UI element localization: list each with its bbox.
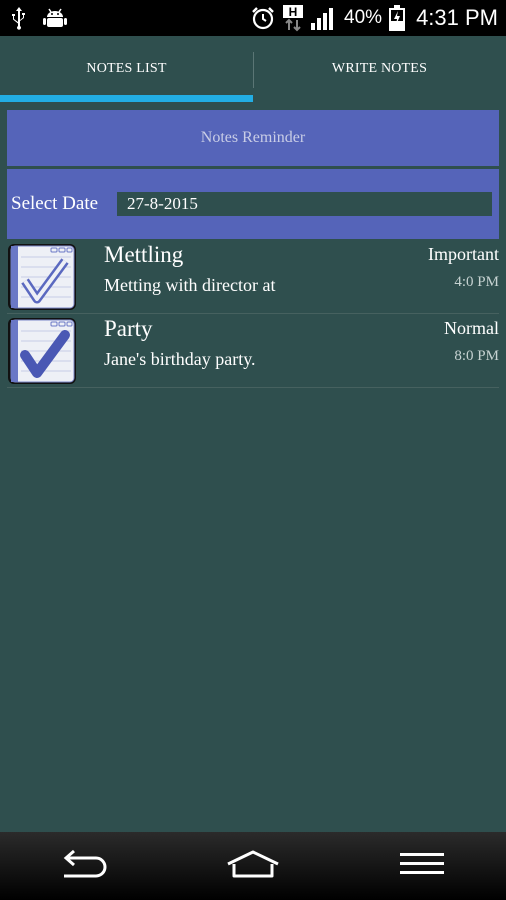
back-button[interactable]	[49, 841, 119, 891]
checklist-outline-icon	[7, 243, 77, 311]
svg-text:H: H	[289, 5, 298, 19]
tab-selected-indicator	[0, 95, 253, 102]
select-date-label: Select Date	[11, 193, 99, 214]
menu-button[interactable]	[387, 841, 457, 891]
battery-percent: 40%	[344, 7, 383, 28]
date-picker-panel: Select Date	[7, 169, 499, 239]
alarm-icon	[250, 5, 276, 31]
note-description: Metting with director at	[104, 275, 276, 295]
tab-divider	[253, 52, 254, 88]
note-description: Jane's birthday party.	[104, 349, 256, 369]
notes-reminder-header: Notes Reminder	[7, 110, 499, 166]
checklist-filled-icon	[7, 317, 77, 385]
note-priority: Important	[428, 244, 499, 264]
signal-icon	[310, 5, 338, 31]
list-item[interactable]: Mettling Metting with director at Import…	[0, 240, 506, 314]
menu-icon	[398, 850, 446, 883]
note-title: Party	[104, 316, 153, 341]
note-priority: Normal	[444, 318, 499, 338]
hspa-icon: H	[282, 4, 304, 32]
usb-icon	[10, 6, 28, 30]
tab-notes-list[interactable]: NOTES LIST	[0, 36, 253, 102]
android-debug-icon	[42, 6, 68, 30]
header-title: Notes Reminder	[200, 129, 306, 146]
home-button[interactable]	[218, 841, 288, 891]
clock: 4:31 PM	[416, 5, 498, 30]
tab-write-notes[interactable]: WRITE NOTES	[253, 36, 506, 102]
back-arrow-icon	[56, 848, 112, 885]
list-divider	[7, 387, 499, 388]
note-time: 4:0 PM	[454, 274, 499, 290]
home-icon	[224, 848, 282, 885]
status-bar: H 40% 4:31 PM	[0, 0, 506, 36]
note-title: Mettling	[104, 242, 184, 267]
battery-charging-icon	[388, 4, 406, 32]
note-time: 8:0 PM	[454, 348, 499, 364]
date-field[interactable]	[117, 192, 492, 216]
notes-list: Mettling Metting with director at Import…	[0, 240, 506, 388]
navigation-bar	[0, 832, 506, 900]
list-item[interactable]: Party Jane's birthday party. Normal 8:0 …	[0, 314, 506, 388]
